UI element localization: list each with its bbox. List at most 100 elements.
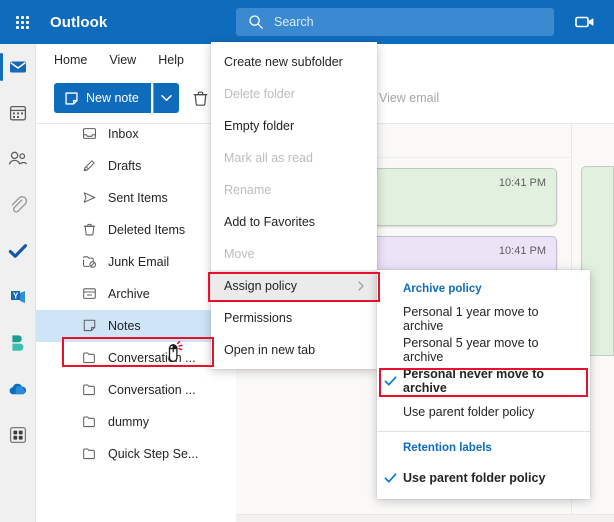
retention-labels-header: Retention labels: [403, 442, 492, 454]
context-menu-item-label: Add to Favorites: [224, 215, 316, 229]
ribbon-tab-help[interactable]: Help: [158, 53, 184, 67]
rail-item-todo[interactable]: [0, 228, 36, 274]
archive-policy-header: Archive policy: [403, 283, 482, 295]
context-menu-item-label: Mark all as read: [224, 151, 313, 165]
send-icon: [82, 190, 98, 206]
new-note-button[interactable]: New note: [54, 83, 151, 113]
assign-policy-submenu: Archive policy Personal 1 year move to a…: [377, 270, 590, 499]
folder-item-label: Quick Step Se...: [108, 447, 199, 461]
view-email-button[interactable]: View email: [371, 83, 447, 113]
rail-item-people[interactable]: [0, 136, 36, 182]
mail-icon: [10, 61, 26, 73]
folder-item-quick-step-se[interactable]: Quick Step Se...: [36, 438, 236, 470]
folder-item-label: Drafts: [108, 159, 142, 173]
yammer-icon: Y: [11, 291, 25, 303]
folder-item-junk-email[interactable]: Junk Email: [36, 246, 236, 278]
folder-item-notes[interactable]: Notes4: [36, 310, 236, 342]
context-menu-item-permissions[interactable]: Permissions: [211, 302, 377, 334]
outlook-window: Outlook Search Y 10:41 PM 10:41 PM Inbox…: [0, 0, 614, 522]
status-bar: [236, 514, 614, 522]
suite-header: Outlook: [0, 0, 614, 44]
checkmark-icon: [384, 472, 397, 483]
note-icon: [82, 318, 98, 334]
app-rail: Y: [0, 44, 36, 522]
rail-item-onedrive[interactable]: [0, 366, 36, 412]
retention-label-items: Use parent folder policy: [377, 462, 590, 493]
folder-item-label: Inbox: [108, 127, 139, 141]
context-menu-item-move: Move: [211, 238, 377, 270]
submenu-divider: [377, 431, 590, 432]
context-menu-item-label: Delete folder: [224, 87, 295, 101]
context-menu-item-label: Open in new tab: [224, 343, 316, 357]
context-menu-item-mark-all-as-read: Mark all as read: [211, 142, 377, 174]
app-launcher-waffle-icon[interactable]: [0, 0, 44, 44]
junk-icon: [82, 254, 98, 270]
folder-icon: [82, 350, 98, 366]
context-menu-item-assign-policy[interactable]: Assign policy: [211, 270, 377, 302]
submenu-item-use-parent-folder-policy[interactable]: Use parent folder policy: [377, 462, 590, 493]
drafts-icon: [82, 158, 98, 174]
rail-item-files[interactable]: [0, 182, 36, 228]
bookings-icon: [12, 335, 24, 351]
context-menu-item-empty-folder[interactable]: Empty folder: [211, 110, 377, 142]
ribbon-tab-home[interactable]: Home: [54, 53, 87, 67]
search-input[interactable]: [272, 14, 546, 30]
folder-item-dummy[interactable]: dummy: [36, 406, 236, 438]
context-menu-item-open-in-new-tab[interactable]: Open in new tab: [211, 334, 377, 366]
context-menu-item-add-to-favorites[interactable]: Add to Favorites: [211, 206, 377, 238]
folder-item-label: Conversation ...: [108, 383, 196, 397]
submenu-item-personal-5-year-move-to-archive[interactable]: Personal 5 year move to archive: [377, 334, 590, 365]
new-note-label: New note: [86, 91, 139, 105]
apps-grid-icon: [9, 426, 27, 444]
svg-text:Y: Y: [13, 292, 19, 301]
folder-item-label: Deleted Items: [108, 223, 186, 237]
folder-item-label: dummy: [108, 415, 149, 429]
calendar-icon: [9, 105, 27, 121]
submenu-item-label: Personal 1 year move to archive: [403, 304, 539, 333]
folder-item-label: Notes: [108, 319, 141, 333]
folder-item-conversation[interactable]: Conversation ...: [36, 342, 236, 374]
submenu-item-personal-1-year-move-to-archive[interactable]: Personal 1 year move to archive: [377, 303, 590, 334]
people-icon: [8, 151, 28, 165]
onedrive-cloud-icon: [9, 383, 27, 395]
submenu-item-label: Use parent folder policy: [403, 404, 535, 419]
folder-context-menu: Create new subfolder Delete folder Empty f…: [211, 42, 377, 369]
paperclip-icon: [11, 196, 28, 213]
context-menu-item-label: Empty folder: [224, 119, 295, 133]
folder-item-drafts[interactable]: Drafts: [36, 150, 236, 182]
folder-item-deleted-items[interactable]: Deleted Items: [36, 214, 236, 246]
rail-item-calendar[interactable]: [0, 90, 36, 136]
context-menu-item-label: Rename: [224, 183, 272, 197]
checkmark-icon: [8, 244, 27, 258]
note-timestamp: 10:41 PM: [498, 177, 546, 189]
archive-icon: [82, 286, 98, 302]
submenu-item-label: Personal 5 year move to archive: [403, 335, 539, 364]
folder-item-conversation[interactable]: Conversation ...: [36, 374, 236, 406]
context-menu-item-create-new-subfolder[interactable]: Create new subfolder: [211, 46, 377, 78]
rail-item-all-apps[interactable]: [0, 412, 36, 458]
folder-icon: [82, 446, 98, 462]
submenu-item-personal-never-move-to-archive[interactable]: Personal never move to archive: [377, 365, 590, 396]
search-icon: [249, 15, 263, 29]
context-menu-item-delete-folder: Delete folder: [211, 78, 377, 110]
trash-icon: [82, 222, 98, 238]
folder-item-sent-items[interactable]: Sent Items: [36, 182, 236, 214]
inbox-icon: [82, 126, 98, 142]
context-menu-item-rename: Rename: [211, 174, 377, 206]
rail-item-bookings[interactable]: [0, 320, 36, 366]
rail-item-mail[interactable]: [0, 44, 36, 90]
ribbon-tab-view[interactable]: View: [109, 53, 136, 67]
rail-item-viva-engage[interactable]: Y: [0, 274, 36, 320]
submenu-item-use-parent-folder-policy[interactable]: Use parent folder policy: [377, 396, 590, 427]
archive-policy-items: Personal 1 year move to archive Personal …: [377, 303, 590, 427]
chevron-right-icon: [355, 280, 367, 292]
folder-item-label: Conversation ...: [108, 351, 196, 365]
video-camera-icon[interactable]: [574, 12, 596, 32]
folder-item-archive[interactable]: Archive: [36, 278, 236, 310]
folder-item-label: Archive: [108, 287, 150, 301]
note-timestamp: 10:41 PM: [498, 245, 546, 257]
note-icon: [65, 91, 78, 105]
new-note-dropdown-button[interactable]: [152, 83, 179, 113]
search-box[interactable]: [236, 8, 554, 36]
context-menu-item-label: Permissions: [224, 311, 293, 325]
